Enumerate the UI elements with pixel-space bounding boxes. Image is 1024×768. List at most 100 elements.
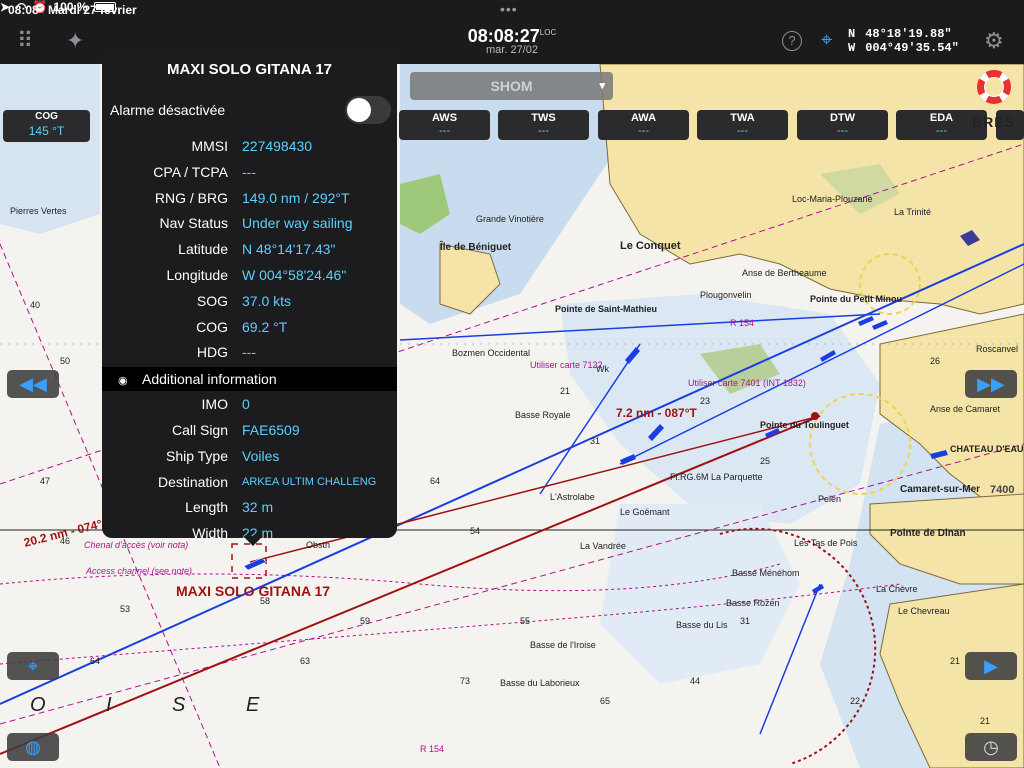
svg-text:47: 47 <box>40 476 50 486</box>
cog-display[interactable]: COG 145 °T <box>3 110 90 142</box>
label-camaret: Camaret-sur-Mer <box>900 484 981 495</box>
field-mmsi: MMSI 227498430 <box>191 138 313 154</box>
play-icon: ▶ <box>984 656 998 676</box>
label-pointe-petit-minou: Pointe du Petit Minou <box>810 294 902 304</box>
sea-letter-2: I <box>106 694 112 716</box>
svg-text:21: 21 <box>560 386 570 396</box>
field-length: Length 32 m <box>185 499 274 516</box>
range-target-marker <box>811 412 819 420</box>
field-rng-brg: RNG / BRG 149.0 nm / 292°T <box>154 189 350 206</box>
svg-text:73: 73 <box>460 676 470 686</box>
label-utiliser-carte-2[interactable]: Utiliser carte 7401 (INT 1832) <box>688 378 806 388</box>
label-basse-rozen: Basse Rozen <box>726 598 780 608</box>
label-pierres-vertes: Pierres Vertes <box>10 206 67 216</box>
label-le-chevreau: Le Chevreau <box>898 606 950 616</box>
label-pointe-st-mathieu: Pointe de Saint-Mathieu <box>555 304 658 314</box>
lifebuoy-mob-icon[interactable] <box>977 70 1011 104</box>
alarm-toggle[interactable] <box>345 96 391 124</box>
field-imo: IMO 0 <box>201 396 250 413</box>
label-anse-camaret: Anse de Camaret <box>930 404 1001 414</box>
instrument-twa[interactable]: TWA --- <box>697 110 788 140</box>
label-access-channel: Access channel (see note) <box>86 566 193 576</box>
label-pelen: Pelen <box>818 494 842 504</box>
svg-text:63: 63 <box>300 656 310 666</box>
label-basse-du-lis: Basse du Lis <box>676 620 728 630</box>
field-sog: SOG 37.0 kts <box>196 292 292 309</box>
field-cog: COG 69.2 °T <box>196 318 288 335</box>
svg-text:50: 50 <box>60 356 70 366</box>
svg-text:26: 26 <box>930 356 940 366</box>
label-r154-b: R 154 <box>730 318 755 328</box>
center-position-button[interactable]: ⌖ <box>7 652 59 680</box>
instrument-aws[interactable]: AWS --- <box>399 110 490 140</box>
fast-forward-button[interactable]: ▶▶ <box>965 370 1017 398</box>
svg-text:22: 22 <box>850 696 860 706</box>
settings-gear-icon[interactable]: ⚙ <box>984 28 1004 54</box>
label-basse-menehom: Basse Ménéhom <box>732 568 800 578</box>
instrument-awa[interactable]: AWA --- <box>598 110 689 140</box>
svg-text:31: 31 <box>740 616 750 626</box>
globe-icon: ◍ <box>25 737 41 757</box>
svg-text:44: 44 <box>690 676 700 686</box>
popup-pointer <box>243 536 263 546</box>
play-button[interactable]: ▶ <box>965 652 1017 680</box>
clock-icon: ◷ <box>983 737 999 757</box>
rewind-button[interactable]: ◀◀ <box>7 370 59 398</box>
label-le-goemant: Le Goëmant <box>620 507 670 517</box>
eye-icon: ◉ <box>118 375 128 388</box>
label-grande-vinotiere: Grande Vinotière <box>476 214 544 224</box>
additional-info-label: Additional information <box>142 371 277 388</box>
label-chenal: Chenal d'accès (voir nota) <box>84 540 189 550</box>
vessel-name-label[interactable]: MAXI SOLO GITANA 17 <box>176 583 330 599</box>
chevron-down-icon: ▾ <box>599 80 605 92</box>
field-longitude: Longitude W 004°58'24.46" <box>166 266 347 283</box>
label-obstn: Obstn <box>306 540 331 550</box>
field-call-sign: Call Sign FAE6509 <box>171 421 300 438</box>
svg-text:21: 21 <box>950 656 960 666</box>
shallow-zone-south <box>600 504 800 684</box>
sea-letter-1: O <box>30 694 46 716</box>
svg-text:31: 31 <box>590 436 600 446</box>
label-beniguet: Île de Béniguet <box>440 242 512 253</box>
label-la-vandree: La Vandrée <box>580 541 626 551</box>
field-destination: Destination ARKEA ULTIM CHALLENG <box>157 473 377 490</box>
chart-source-dropdown[interactable]: SHOM ▾ <box>410 72 613 100</box>
svg-text:65: 65 <box>600 696 610 706</box>
additional-info-toggle[interactable]: ◉ Additional information <box>102 367 397 392</box>
label-pointe-toulinguet: Pointe du Toulinguet <box>760 420 849 430</box>
instrument-dtw[interactable]: DTW --- <box>797 110 888 140</box>
label-la-trinite: La Trinité <box>894 207 932 217</box>
gps-target-icon[interactable]: ⌖ <box>821 29 832 52</box>
help-icon[interactable]: ? <box>782 31 802 51</box>
ais-target-popup: MAXI SOLO GITANA 17 Alarme désactivée MM… <box>102 46 397 538</box>
field-ship-type: Ship Type Voiles <box>165 447 280 464</box>
label-tas-de-pois: Les Tas de Pois <box>794 538 858 548</box>
label-loc-maria: Loc-Maria-Plouzané <box>792 194 873 204</box>
svg-text:64: 64 <box>90 656 100 666</box>
gps-position: N 48°18'19.88" W 004°49'35.54" <box>848 27 959 55</box>
label-utiliser-carte-1[interactable]: Utiliser carte 7122 <box>530 360 603 370</box>
svg-text:23: 23 <box>700 396 710 406</box>
globe-button[interactable]: ◍ <box>7 733 59 761</box>
fast-forward-icon: ▶▶ <box>977 374 1005 394</box>
label-basse-royale: Basse Royale <box>515 410 571 420</box>
label-r154-a: R 154 <box>420 744 445 754</box>
label-basse-iroise: Basse de l'Iroise <box>530 640 596 650</box>
label-fl-rg: Fl.RG.6M La Parquette <box>670 472 763 482</box>
label-pointe-dinan: Pointe de Dinan <box>890 528 966 539</box>
instrument-tws[interactable]: TWS --- <box>498 110 589 140</box>
label-bozmen: Bozmen Occidental <box>452 348 531 358</box>
svg-text:55: 55 <box>520 616 530 626</box>
label-chart-number: 7400 <box>990 484 1015 496</box>
multitasking-dots[interactable]: ••• <box>500 1 518 17</box>
label-chateau-deau: CHATEAU D'EAU <box>950 444 1024 454</box>
clock-button[interactable]: ◷ <box>965 733 1017 761</box>
status-time: 08:08 <box>8 3 39 17</box>
label-lastrolabe: L'Astrolabe <box>550 492 595 502</box>
label-la-chevre: La Chèvre <box>876 584 918 594</box>
label-roscanvel: Roscanvel <box>976 344 1019 354</box>
battery-icon <box>93 2 116 12</box>
range-label-1: 7.2 nm - 087°T <box>616 406 697 420</box>
field-hdg: HDG --- <box>196 344 256 361</box>
alarm-label: Alarme désactivée <box>110 102 226 118</box>
